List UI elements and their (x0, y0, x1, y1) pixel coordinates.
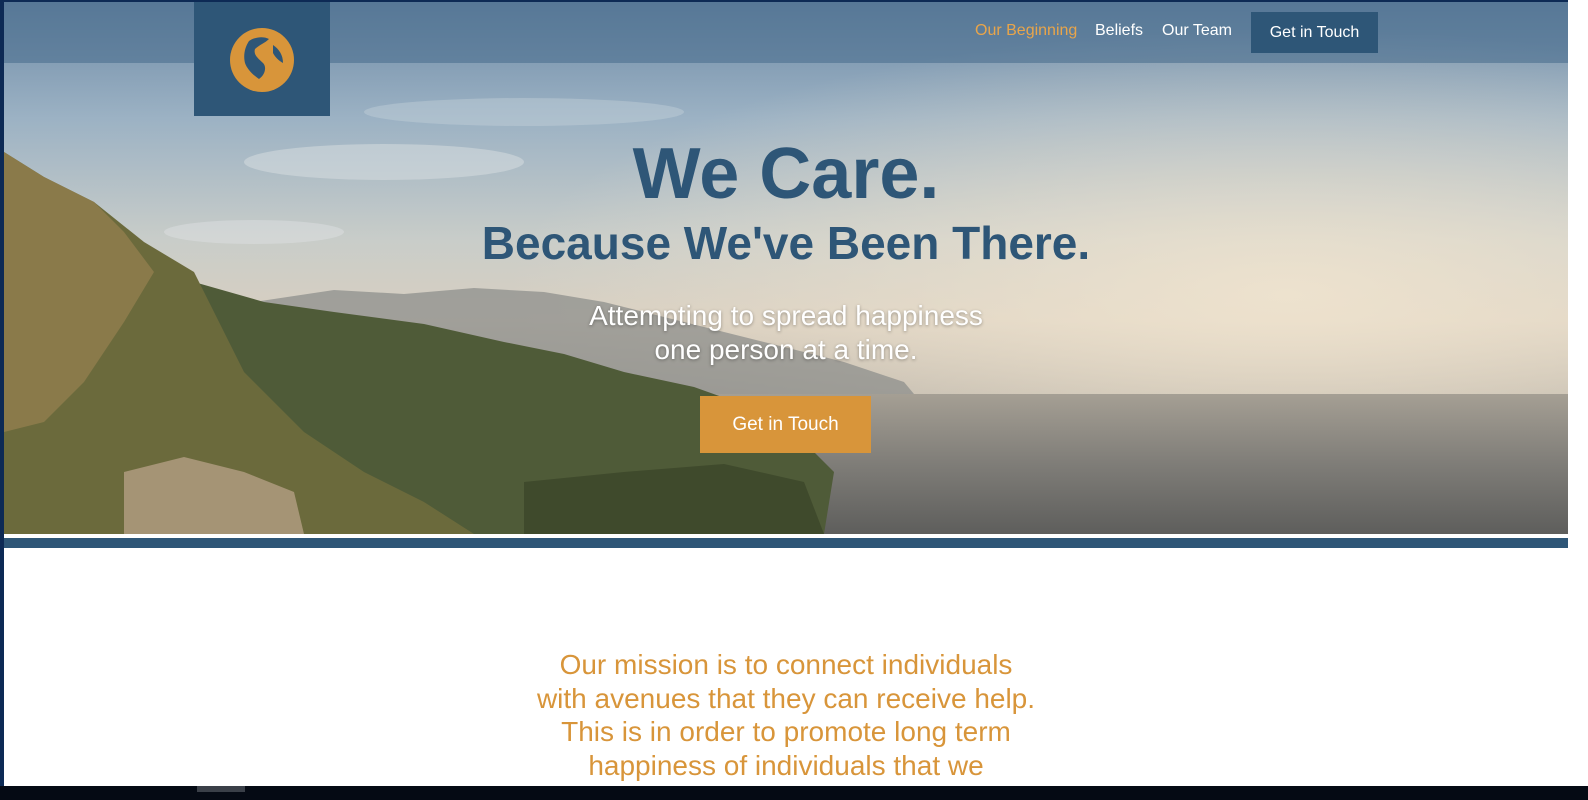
globe-icon (230, 28, 294, 92)
horizontal-scrollbar[interactable] (0, 786, 1588, 800)
scrollbar-thumb[interactable] (197, 786, 245, 792)
hero-subtitle: Because We've Been There. (481, 217, 1091, 269)
section-divider (4, 538, 1568, 548)
right-gutter (1568, 0, 1588, 786)
mission-statement: Our mission is to connect individuals wi… (536, 649, 1036, 781)
hero-title: We Care. (632, 134, 940, 214)
nav-link-our-team[interactable]: Our Team (1162, 22, 1232, 40)
hero-tagline-line-2: one person at a time. (654, 334, 918, 365)
hero-get-in-touch-button[interactable]: Get in Touch (700, 396, 871, 453)
logo[interactable] (194, 2, 330, 116)
hero-section: Our Beginning Beliefs Our Team Get in To… (4, 2, 1568, 534)
page: Our Beginning Beliefs Our Team Get in To… (4, 2, 1568, 786)
hero-tagline-line-1: Attempting to spread happiness (589, 300, 983, 331)
nav-link-beliefs[interactable]: Beliefs (1095, 22, 1143, 40)
nav-link-our-beginning[interactable]: Our Beginning (975, 22, 1077, 40)
nav-get-in-touch-button[interactable]: Get in Touch (1251, 12, 1378, 53)
